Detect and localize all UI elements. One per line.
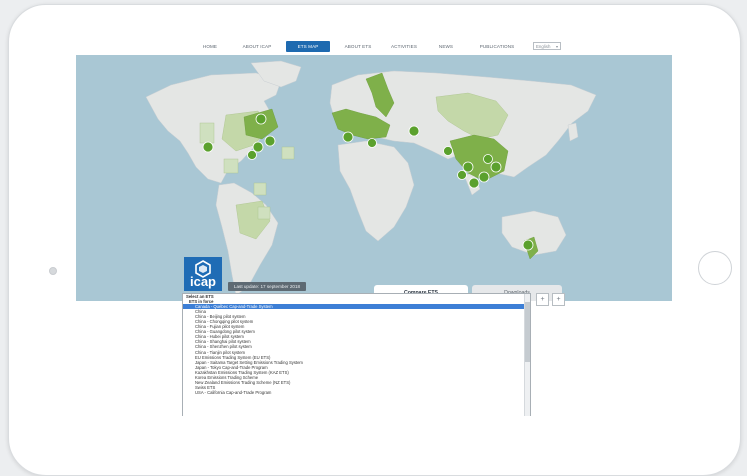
add-ets-button-2[interactable]: + bbox=[552, 293, 565, 306]
top-navigation: HOME ABOUT ICAP ETS MAP ABOUT ETS ACTIVI… bbox=[76, 38, 672, 55]
camera-icon bbox=[49, 267, 57, 275]
ets-select-list[interactable]: Select an ETS ETS in force Canada - Québ… bbox=[182, 293, 531, 416]
logo-text: icap bbox=[189, 274, 216, 289]
last-update-label: Last update: 17 september 2018 bbox=[228, 282, 306, 291]
nav-item-news[interactable]: NEWS bbox=[436, 41, 456, 52]
world-map[interactable]: icap Last update: 17 september 2018 Comp… bbox=[76, 55, 672, 301]
icap-logo[interactable]: icap bbox=[184, 257, 222, 291]
screen: HOME ABOUT ICAP ETS MAP ABOUT ETS ACTIVI… bbox=[76, 38, 672, 416]
list-scrollbar[interactable] bbox=[524, 294, 530, 416]
list-item[interactable]: USA - California Cap-and-Trade Program bbox=[183, 390, 530, 395]
language-value: English bbox=[536, 44, 551, 49]
nav-item-activities[interactable]: ACTIVITIES bbox=[388, 41, 420, 52]
language-select[interactable]: English ▾ bbox=[533, 42, 561, 50]
add-ets-button[interactable]: + bbox=[536, 293, 549, 306]
nav-item-ets-map[interactable]: ETS MAP bbox=[286, 41, 330, 52]
world-map-graphic bbox=[145, 60, 597, 296]
chevron-down-icon: ▾ bbox=[555, 44, 558, 49]
nav-item-about-ets[interactable]: ABOUT ETS bbox=[342, 41, 374, 52]
list-scrollbar-thumb[interactable] bbox=[525, 302, 530, 362]
home-button[interactable] bbox=[698, 251, 732, 285]
nav-item-about-icap[interactable]: ABOUT ICAP bbox=[238, 41, 276, 52]
nav-item-home[interactable]: HOME bbox=[194, 41, 226, 52]
nav-item-publications[interactable]: PUBLICATIONS bbox=[476, 41, 518, 52]
